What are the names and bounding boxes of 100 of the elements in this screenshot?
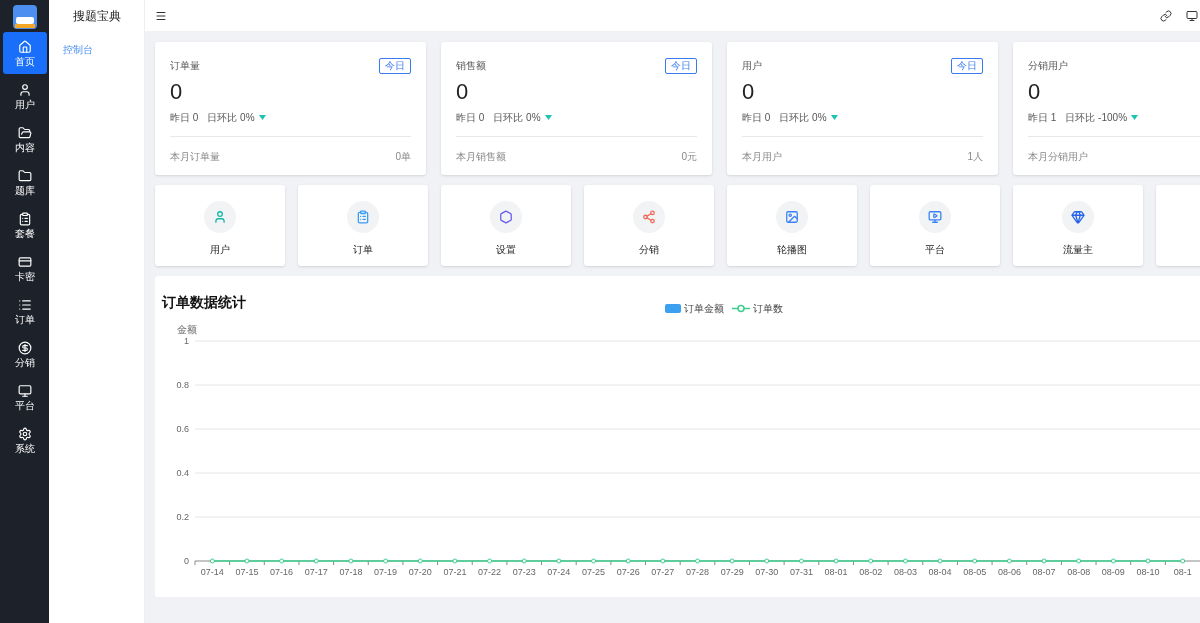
- gem-icon: [1071, 210, 1085, 224]
- tick-label: 07-26: [616, 567, 640, 577]
- data-point: [833, 558, 839, 564]
- down-triangle-icon: [830, 115, 838, 120]
- yesterday-value: 昨日 0: [456, 111, 485, 125]
- tick-label: 0.6: [176, 424, 189, 434]
- tick-label: 0: [184, 556, 189, 566]
- settings-icon: [17, 426, 32, 441]
- clipboard-icon: [17, 211, 32, 226]
- data-point: [487, 558, 493, 564]
- legend-label: 订单金额: [684, 302, 724, 316]
- data-point: [313, 558, 319, 564]
- monthly-label: 本月分销用户: [1028, 150, 1088, 164]
- shortcut-card[interactable]: 轮播图: [727, 185, 857, 266]
- hexagon-icon: [499, 210, 513, 224]
- shortcut-card[interactable]: 分销: [584, 185, 714, 266]
- nav-item[interactable]: 用户: [2, 75, 47, 117]
- data-point: [244, 558, 250, 564]
- daily-ratio: 日环比 0%: [779, 111, 827, 125]
- shortcut-label: 用户: [210, 243, 230, 257]
- monthly-label: 本月订单量: [170, 150, 220, 164]
- shortcut-card[interactable]: 设置: [441, 185, 571, 266]
- data-point: [695, 558, 700, 564]
- tick-label: 07-19: [374, 567, 398, 577]
- daily-ratio: 日环比 0%: [207, 111, 255, 125]
- stat-title: 销售额: [456, 59, 486, 73]
- list-icon: [17, 297, 32, 312]
- shortcut-card[interactable]: 订单: [298, 185, 428, 266]
- shortcut-label: 设置: [496, 243, 516, 257]
- tick-label: 07-18: [339, 567, 363, 577]
- image-icon: [785, 210, 799, 224]
- tick-label: 07-23: [512, 567, 536, 577]
- data-point: [417, 558, 423, 564]
- data-point: [729, 558, 735, 564]
- shortcut-label: 轮播图: [777, 243, 807, 257]
- data-point: [764, 558, 770, 564]
- tick-label: 07-21: [443, 567, 467, 577]
- monitor-icon[interactable]: [1186, 9, 1198, 22]
- daily-ratio: 日环比 0%: [493, 111, 541, 125]
- data-point: [798, 558, 804, 564]
- tick-label: 07-24: [547, 567, 571, 577]
- monthly-label: 本月销售额: [456, 150, 506, 164]
- menu-icon[interactable]: [155, 9, 167, 22]
- monthly-label: 本月用户: [742, 150, 782, 164]
- data-point: [383, 558, 389, 564]
- link-icon[interactable]: [1160, 9, 1172, 22]
- daily-ratio: 日环比 -100%: [1065, 111, 1128, 125]
- tick-label: 07-22: [478, 567, 502, 577]
- data-point: [209, 558, 215, 564]
- nav-item[interactable]: 内容: [2, 118, 47, 160]
- yesterday-value: 昨日 1: [1028, 111, 1057, 125]
- card-icon: [17, 254, 32, 269]
- data-point: [591, 558, 597, 564]
- coin-icon: [17, 340, 32, 355]
- axis-label: 金额: [177, 324, 197, 335]
- stat-value: 0: [1028, 79, 1042, 105]
- nav-item[interactable]: 套餐: [2, 204, 47, 246]
- tick-label: 08-1: [1173, 567, 1192, 577]
- folder-icon: [17, 125, 32, 140]
- share-icon: [642, 210, 656, 224]
- data-point: [521, 558, 527, 564]
- down-triangle-icon: [1131, 115, 1139, 120]
- nav-item[interactable]: 题库: [2, 161, 47, 203]
- shortcut-card[interactable]: 平台: [870, 185, 1000, 266]
- data-point: [660, 558, 666, 564]
- shortcut-label: 订单: [353, 243, 373, 257]
- tick-label: 08-01: [824, 567, 848, 577]
- nav-item[interactable]: 系统: [2, 419, 47, 461]
- data-point: [1006, 558, 1012, 564]
- tick-label: 08-04: [928, 567, 952, 577]
- monitor-icon: [928, 210, 942, 224]
- nav-item[interactable]: 订单: [2, 290, 47, 332]
- user-icon: [213, 210, 227, 224]
- data-point: [556, 558, 562, 564]
- data-point: [1180, 558, 1186, 564]
- shortcut-card[interactable]: 用户: [155, 185, 285, 266]
- down-triangle-icon: [544, 115, 552, 120]
- tick-label: 1: [184, 336, 189, 346]
- nav-item[interactable]: 平台: [2, 376, 47, 418]
- period-tag: 今日: [379, 57, 411, 74]
- tick-label: 07-15: [235, 567, 259, 577]
- nav-item[interactable]: 分销: [2, 333, 47, 375]
- tick-label: 0.2: [176, 512, 189, 522]
- yesterday-value: 昨日 0: [742, 111, 771, 125]
- shortcut-card[interactable]: 流量主: [1013, 185, 1143, 266]
- chart-title: 订单数据统计: [162, 293, 246, 312]
- data-point: [348, 558, 354, 564]
- data-point: [625, 558, 631, 564]
- tick-label: 07-14: [200, 567, 224, 577]
- nav-item[interactable]: 首页: [2, 32, 47, 74]
- data-point: [1110, 558, 1116, 564]
- tick-label: 08-02: [859, 567, 883, 577]
- tick-label: 08-08: [1067, 567, 1091, 577]
- tick-label: 08-06: [997, 567, 1021, 577]
- tick-label: 08-07: [1032, 567, 1056, 577]
- tick-label: 07-16: [270, 567, 294, 577]
- nav-item[interactable]: 卡密: [2, 247, 47, 289]
- stat-value: 0: [456, 79, 470, 105]
- period-tag: 今日: [951, 57, 983, 74]
- data-point: [972, 558, 978, 564]
